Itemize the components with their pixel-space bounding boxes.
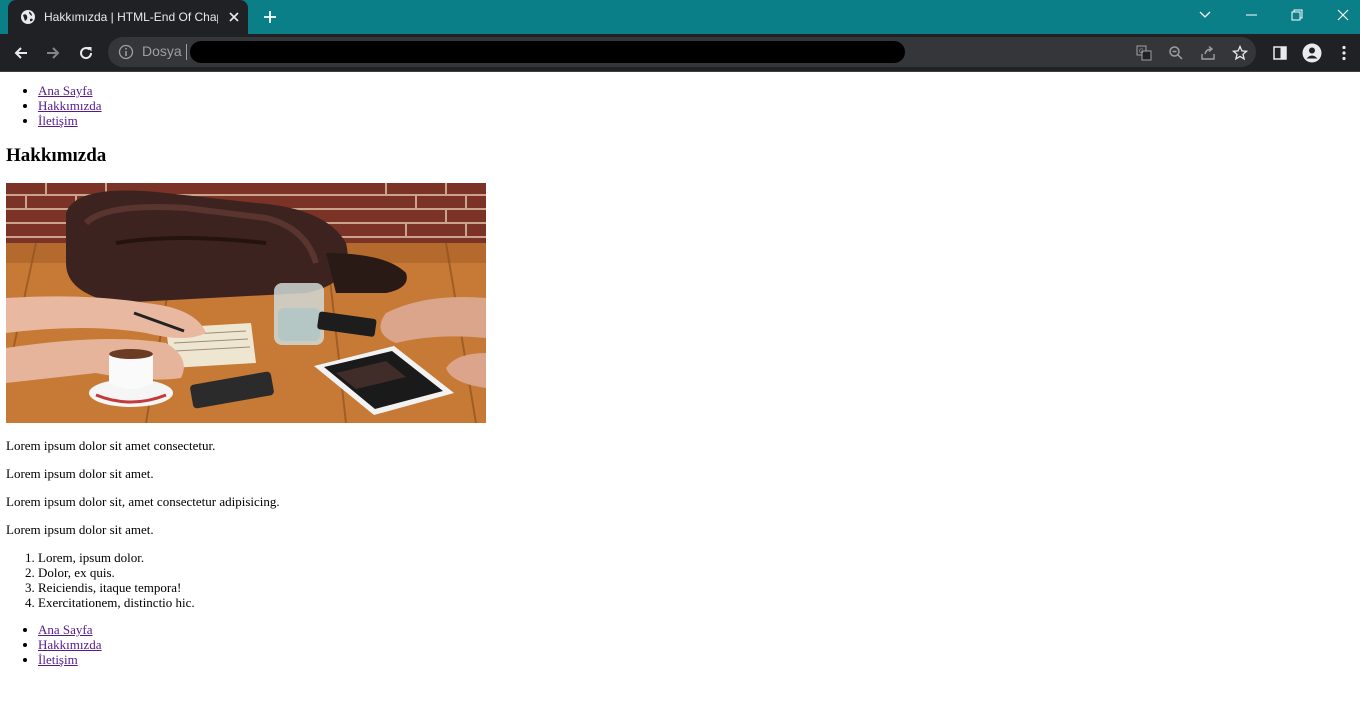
nav-link-home[interactable]: Ana Sayfa bbox=[38, 622, 93, 637]
paragraph: Lorem ipsum dolor sit amet. bbox=[6, 522, 154, 537]
nav-link-about[interactable]: Hakkımızda bbox=[38, 98, 102, 113]
nav-item-about: Hakkımızda bbox=[38, 637, 102, 652]
zoom-icon[interactable] bbox=[1163, 40, 1189, 66]
nav-item-contact: İletişim bbox=[38, 113, 102, 128]
nav-item-about: Hakkımızda bbox=[38, 98, 102, 113]
list-item: Exercitationem, distinctio hic. bbox=[38, 595, 195, 610]
nav-link-about[interactable]: Hakkımızda bbox=[38, 637, 102, 652]
nav-item-home: Ana Sayfa bbox=[38, 83, 102, 98]
paragraph: Lorem ipsum dolor sit amet. bbox=[6, 466, 154, 481]
reload-icon[interactable] bbox=[73, 40, 99, 66]
page-content: Ana Sayfa Hakkımızda İletişim Hakkımızda bbox=[0, 72, 1360, 716]
address-scheme-label: Dosya bbox=[142, 43, 182, 59]
nav-link-contact[interactable]: İletişim bbox=[38, 113, 78, 128]
paragraph: Lorem ipsum dolor sit amet consectetur. bbox=[6, 438, 216, 453]
browser-window: Hakkımızda | HTML-End Of Chap Dosya G • … bbox=[0, 0, 1360, 716]
forward-arrow-icon[interactable] bbox=[40, 40, 66, 66]
minimize-button[interactable] bbox=[1228, 0, 1274, 30]
back-arrow-icon[interactable] bbox=[8, 40, 34, 66]
menu-dots-icon[interactable] bbox=[1331, 40, 1357, 66]
ordered-list: Lorem, ipsum dolor. Dolor, ex quis. Reic… bbox=[6, 550, 195, 610]
tab-strip: Hakkımızda | HTML-End Of Chap bbox=[0, 0, 1360, 34]
nav-link-contact[interactable]: İletişim bbox=[38, 652, 78, 667]
paragraph: Lorem ipsum dolor sit, amet consectetur … bbox=[6, 494, 280, 509]
active-tab[interactable]: Hakkımızda | HTML-End Of Chap bbox=[8, 0, 248, 34]
close-tab-icon[interactable] bbox=[226, 9, 242, 25]
close-window-button[interactable] bbox=[1320, 0, 1360, 30]
share-icon[interactable] bbox=[1195, 40, 1221, 66]
list-item: Dolor, ex quis. bbox=[38, 565, 195, 580]
svg-text:G: G bbox=[1139, 48, 1144, 55]
globe-icon bbox=[20, 9, 36, 25]
tab-search-icon[interactable] bbox=[1182, 0, 1228, 30]
side-panel-icon[interactable] bbox=[1267, 40, 1293, 66]
restore-button[interactable] bbox=[1274, 0, 1320, 30]
meeting-photo bbox=[5, 183, 486, 424]
list-item: Reiciendis, itaque tempora! bbox=[38, 580, 195, 595]
bottom-navigation: Ana Sayfa Hakkımızda İletişim bbox=[6, 622, 102, 667]
nav-item-home: Ana Sayfa bbox=[38, 622, 102, 637]
new-tab-button[interactable] bbox=[258, 5, 282, 29]
address-bar[interactable]: Dosya bbox=[108, 37, 1256, 67]
top-navigation: Ana Sayfa Hakkımızda İletişim bbox=[6, 83, 102, 128]
address-separator bbox=[186, 44, 187, 60]
profile-avatar-icon[interactable] bbox=[1299, 40, 1325, 66]
bookmark-star-icon[interactable] bbox=[1227, 40, 1253, 66]
translate-icon[interactable]: G bbox=[1131, 40, 1157, 66]
page-title: Hakkımızda bbox=[6, 145, 107, 166]
nav-link-home[interactable]: Ana Sayfa bbox=[38, 83, 93, 98]
list-item: Lorem, ipsum dolor. bbox=[38, 550, 195, 565]
nav-item-contact: İletişim bbox=[38, 652, 102, 667]
redacted-url[interactable] bbox=[190, 41, 905, 63]
info-icon[interactable] bbox=[118, 44, 134, 60]
browser-toolbar: Dosya G bbox=[0, 34, 1360, 72]
tab-title: Hakkımızda | HTML-End Of Chap bbox=[44, 10, 218, 24]
